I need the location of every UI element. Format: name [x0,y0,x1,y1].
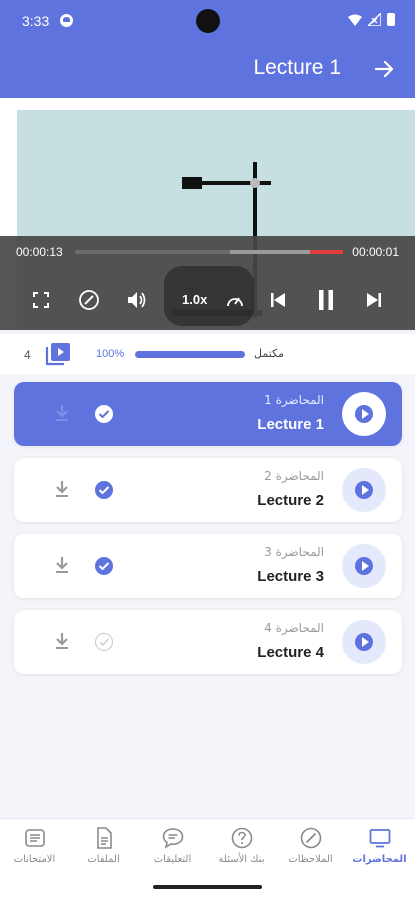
speed-button[interactable] [219,284,251,316]
check-circle-outline-icon [94,632,114,652]
download-icon[interactable] [54,404,70,422]
play-button[interactable] [342,544,386,588]
volume-icon [128,292,146,308]
comment-icon [162,828,183,849]
lecture-arabic-title: المحاضرة 3 [264,545,324,559]
nav-label: التعليقات [153,854,192,865]
check-circle-icon [95,557,113,575]
skip-previous-icon [271,293,285,307]
progress-status-label: مكتمل [254,348,284,360]
skip-next-icon [367,293,381,307]
nav-label: الملاحظات [288,854,333,865]
signal-icon [368,13,381,26]
course-progress: 4 100% مكتمل [0,334,415,374]
check-circle-icon [95,405,113,423]
note-pen-icon [79,290,99,310]
player-controls: 1.0x [0,266,415,326]
lecture-arabic-title: المحاضرة 2 [264,469,324,483]
lecture-title: Lecture 2 [257,492,324,509]
lecture-card-4[interactable]: المحاضرة 4 Lecture 4 [14,610,402,674]
video-player[interactable]: 00:00:13 00:00:01 1.0x [0,98,415,330]
player-controls-overlay: 00:00:13 00:00:01 1.0x [0,236,415,330]
pause-icon [319,290,333,310]
download-icon[interactable] [54,632,70,650]
nav-files[interactable]: الملفات [69,827,138,875]
nav-label: الملفات [87,854,120,865]
home-indicator [0,876,415,900]
exam-icon [24,829,45,847]
lecture-title: Lecture 4 [257,644,324,661]
download-icon[interactable] [54,556,70,574]
nav-notes[interactable]: الملاحظات [276,827,345,875]
check-circle-icon [95,481,113,499]
current-time: 00:00:13 [16,245,63,259]
question-icon [231,827,252,849]
lecture-arabic-title: المحاضرة 4 [264,621,324,635]
play-button[interactable] [342,620,386,664]
progress-percent: 100% [96,348,125,360]
seek-buffered [230,250,310,254]
file-icon [96,827,112,849]
lecture-title: Lecture 3 [257,568,324,585]
nav-exams[interactable]: الامتحانات [0,827,69,875]
nav-question-bank[interactable]: بنك الأسئلة [207,827,276,875]
status-time: 3:33 [22,13,50,29]
fullscreen-icon [33,292,49,308]
pause-button[interactable] [310,284,342,316]
fullscreen-button[interactable] [25,284,57,316]
camera-cutout [196,9,220,33]
arrow-forward-icon[interactable] [373,58,395,80]
seek-played [310,250,343,254]
progress-bar [135,351,245,358]
tv-icon [369,829,390,848]
nav-label: المحاضرات [352,854,407,865]
notes-toggle-button[interactable] [73,284,105,316]
wifi-icon [348,14,362,26]
lecture-title: Lecture 1 [257,416,324,433]
previous-button[interactable] [262,284,294,316]
nav-label: الامتحانات [13,854,56,865]
status-icons [348,13,395,26]
seek-bar[interactable] [75,250,343,254]
lecture-count: 4 [24,348,31,362]
bottom-navigation: الامتحانات الملفات التعليقات بنك الأسئلة… [0,818,415,876]
nav-comments[interactable]: التعليقات [138,827,207,875]
duration-time: 00:00:01 [352,245,399,259]
next-button[interactable] [358,284,390,316]
lecture-card-1[interactable]: المحاضرة 1 Lecture 1 [14,382,402,446]
notification-icon [60,14,73,27]
speed-gauge-icon [227,297,243,307]
nav-label: بنك الأسئلة [218,854,265,865]
lecture-card-2[interactable]: المحاضرة 2 Lecture 2 [14,458,402,522]
lecture-arabic-title: المحاضرة 1 [264,393,324,407]
page-title: Lecture 1 [253,56,341,79]
play-button[interactable] [342,392,386,436]
lecture-card-3[interactable]: المحاضرة 3 Lecture 3 [14,534,402,598]
playback-speed[interactable]: 1.0x [182,292,207,307]
nav-lectures[interactable]: المحاضرات [345,827,414,875]
app-header: 3:33 Lecture 1 [0,0,415,98]
download-icon[interactable] [54,480,70,498]
playlist-play-icon [45,343,70,366]
notes-icon [300,827,321,849]
volume-button[interactable] [121,284,153,316]
play-button[interactable] [342,468,386,512]
battery-icon [387,13,395,26]
